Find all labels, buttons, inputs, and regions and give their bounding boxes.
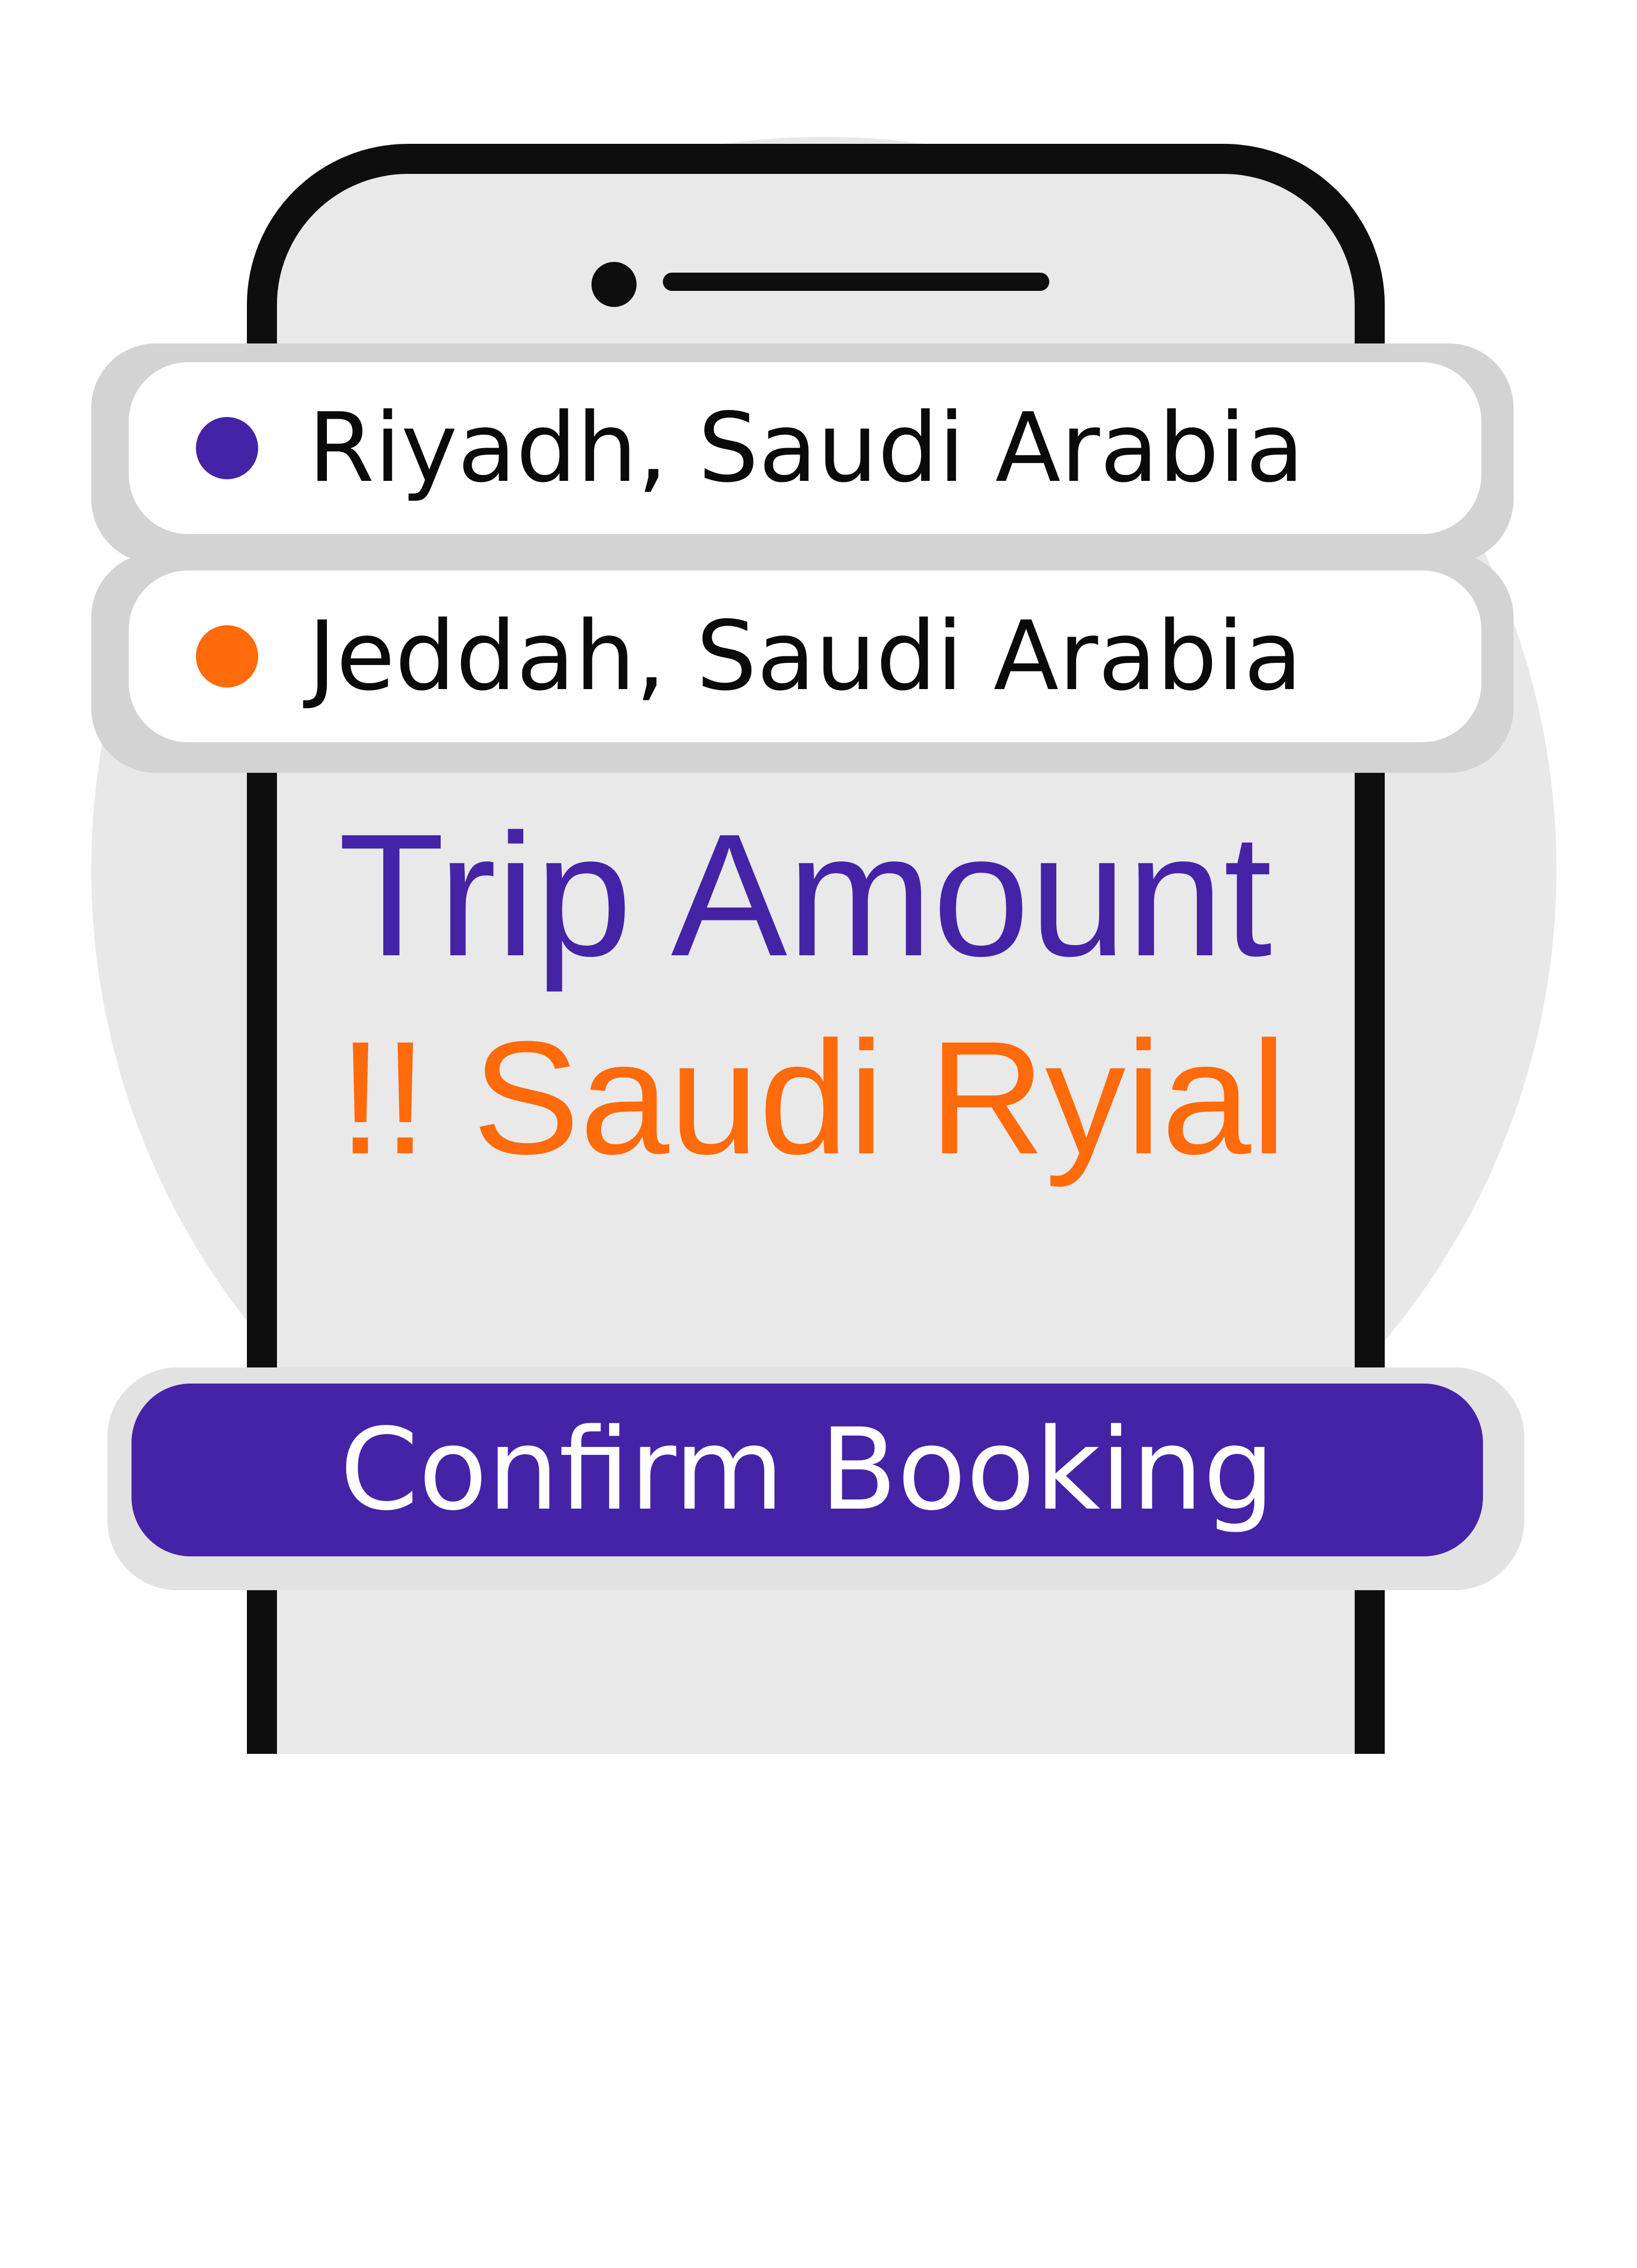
- speaker-grille-icon: [663, 273, 1049, 291]
- confirm-booking-button[interactable]: Confirm Booking: [131, 1384, 1483, 1556]
- origin-marker-icon: [196, 417, 258, 479]
- trip-amount-value: !! Saudi Ryial: [338, 1007, 1287, 1188]
- trip-amount-title: Trip Amount: [338, 798, 1273, 992]
- origin-location-label: Riyadh, Saudi Arabia: [308, 392, 1304, 503]
- destination-marker-icon: [196, 625, 258, 687]
- destination-location-field[interactable]: Jeddah, Saudi Arabia: [129, 570, 1481, 742]
- front-camera-icon: [591, 262, 637, 307]
- destination-location-label: Jeddah, Saudi Arabia: [308, 601, 1303, 712]
- origin-location-field[interactable]: Riyadh, Saudi Arabia: [129, 362, 1481, 534]
